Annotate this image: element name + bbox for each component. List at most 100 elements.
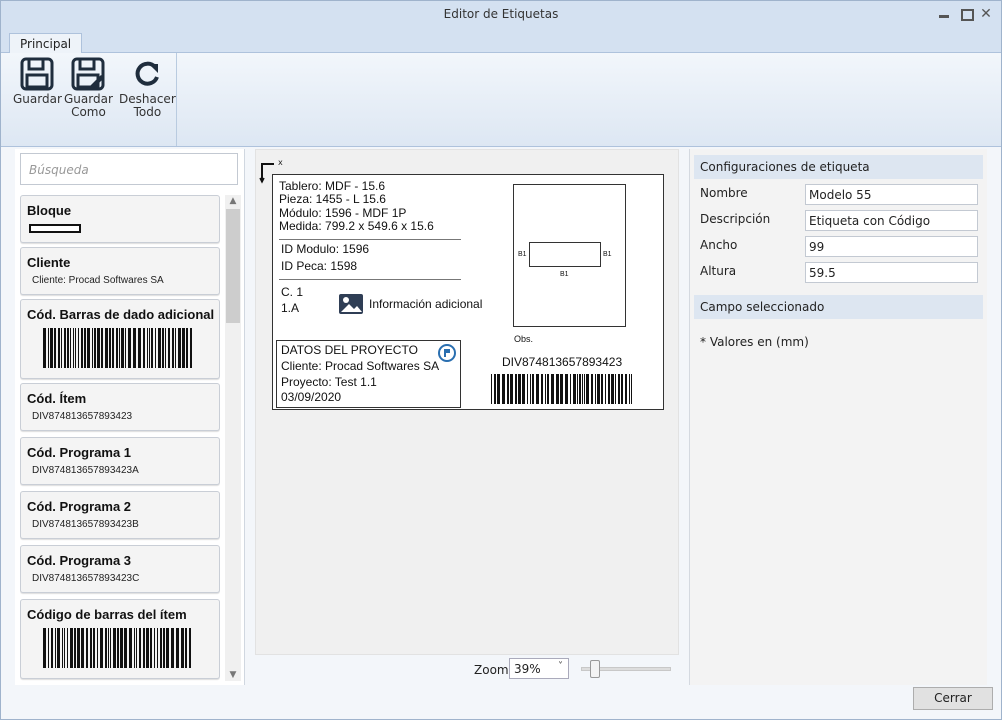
label-info-adicional[interactable]: Información adicional [369, 298, 482, 311]
zoom-slider-handle[interactable] [590, 660, 600, 678]
minimize-icon[interactable] [937, 7, 951, 21]
field-item-codigo-barras-item[interactable]: Código de barras del ítem [20, 599, 220, 679]
label-preview[interactable]: Tablero: MDF - 15.6 Pieza: 1455 - L 15.6… [272, 174, 664, 410]
project-block[interactable]: DATOS DEL PROYECTO Cliente: Procad Softw… [276, 340, 461, 408]
barcode-bar [143, 328, 145, 368]
barcode-bar [124, 628, 127, 668]
barcode-bar [497, 374, 500, 404]
barcode-bar [50, 328, 53, 368]
barcode-bar [577, 374, 578, 404]
block-preview [29, 224, 81, 233]
barcode-bar [595, 374, 596, 404]
barcode-preview [43, 328, 192, 368]
chevron-down-icon: ˅ [558, 661, 563, 672]
field-list-scrollbar[interactable]: ▲ ▼ [225, 195, 241, 681]
close-button[interactable]: Cerrar [913, 687, 993, 710]
undo-label-2: Todo [133, 105, 162, 119]
field-item-cod-programa-1[interactable]: Cód. Programa 1 DIV874813657893423A [20, 437, 220, 485]
label-pieza[interactable]: Pieza: 1455 - L 15.6 [279, 193, 386, 206]
barcode-bar [176, 628, 179, 668]
field-item-cod-barras-adicional[interactable]: Cód. Barras de dado adicional [20, 299, 220, 379]
field-title: Cód. Ítem [27, 391, 87, 406]
piece-drawing[interactable]: B1 B1 B1 [513, 184, 626, 327]
barcode-bar [178, 328, 181, 368]
barcode-bar [186, 328, 188, 368]
field-item-cod-item[interactable]: Cód. Ítem DIV874813657893423 [20, 383, 220, 431]
barcode-bar [615, 374, 616, 404]
scroll-thumb[interactable] [226, 209, 240, 323]
scroll-down-icon[interactable]: ▼ [227, 669, 239, 681]
project-client: Cliente: Procad Softwares SA [281, 359, 440, 373]
barcode-bar [112, 328, 114, 368]
save-label: Guardar [13, 92, 62, 106]
barcode-bar [93, 628, 95, 668]
image-icon[interactable] [338, 293, 364, 315]
barcode-bar [64, 328, 66, 368]
field-sample: DIV874813657893423C [32, 573, 140, 584]
label-medida[interactable]: Medida: 799.2 x 549.6 x 15.6 [279, 220, 434, 233]
field-item-bloque[interactable]: Bloque [20, 195, 220, 243]
config-header: Configuraciones de etiqueta [694, 155, 983, 179]
barcode-bar [631, 374, 632, 404]
edge-left: B1 [518, 251, 527, 258]
ancho-input[interactable]: 99 [805, 236, 978, 257]
ribbon-tabs: Principal [1, 29, 1001, 54]
barcode-bar [125, 328, 126, 368]
label-obs[interactable]: Obs. [514, 333, 533, 346]
barcode-bar [143, 628, 145, 668]
barcode-bar [507, 374, 509, 404]
barcode-text[interactable]: DIV874813657893423 [502, 356, 622, 369]
barcode-preview [43, 628, 191, 668]
label-c1a[interactable]: 1.A [281, 302, 299, 315]
save-as-button[interactable]: Guardar Como [64, 57, 113, 119]
barcode-bar [113, 628, 116, 668]
barcode-bar [55, 628, 56, 668]
barcode-bar [584, 374, 585, 404]
label-canvas[interactable]: x Tablero: MDF - 15.6 Pieza: 1455 - L 15… [255, 149, 679, 655]
barcode-bar [163, 628, 165, 668]
barcode-bar [171, 628, 174, 668]
save-as-icon [71, 57, 105, 91]
tab-principal[interactable]: Principal [9, 33, 83, 54]
company-logo-icon [438, 344, 456, 362]
field-item-cliente[interactable]: Cliente Cliente: Procad Softwares SA [20, 247, 220, 295]
label-barcode[interactable] [491, 374, 635, 404]
field-title: Cód. Programa 2 [27, 499, 132, 514]
barcode-bar [51, 628, 53, 668]
barcode-bar [518, 374, 521, 404]
save-button[interactable]: Guardar [13, 57, 62, 106]
barcode-bar [62, 628, 63, 668]
barcode-bar [155, 328, 156, 368]
barcode-bar [133, 328, 136, 368]
descripcion-input[interactable]: Etiqueta con Código [805, 210, 978, 231]
zoom-slider[interactable] [581, 660, 671, 678]
scroll-up-icon[interactable]: ▲ [227, 195, 239, 207]
barcode-bar [551, 374, 554, 404]
project-date: 03/09/2020 [281, 390, 342, 404]
altura-input[interactable]: 59.5 [805, 262, 978, 283]
barcode-bar [522, 374, 525, 404]
zoom-value: 39% [514, 662, 541, 676]
field-title: Cód. Programa 3 [27, 553, 132, 568]
undo-all-button[interactable]: Deshacer Todo [119, 57, 176, 119]
label-id-modulo[interactable]: ID Modulo: 1596 [281, 243, 369, 256]
ribbon: Guardar Guardar Como Deshacer Todo [1, 53, 1001, 147]
edge-right: B1 [603, 251, 612, 258]
label-c1[interactable]: C. 1 [281, 286, 303, 299]
nombre-input[interactable]: Modelo 55 [805, 184, 978, 205]
label-id-peca[interactable]: ID Peca: 1598 [281, 260, 357, 273]
maximize-icon[interactable] [959, 7, 974, 21]
search-input[interactable]: Búsqueda [20, 153, 238, 185]
barcode-bar [527, 374, 528, 404]
barcode-bar [491, 374, 492, 404]
close-icon[interactable]: ✕ [979, 7, 993, 21]
field-item-cod-programa-3[interactable]: Cód. Programa 3 DIV874813657893423C [20, 545, 220, 593]
field-title: Cód. Barras de dado adicional [27, 307, 215, 322]
barcode-bar [97, 328, 100, 368]
field-item-cod-programa-2[interactable]: Cód. Programa 2 DIV874813657893423B [20, 491, 220, 539]
units-note: * Valores en (mm) [700, 335, 809, 349]
zoom-select[interactable]: 39% ˅ [509, 658, 569, 679]
barcode-bar [58, 328, 60, 368]
barcode-bar [556, 374, 559, 404]
descripcion-label: Descripción [700, 212, 771, 226]
